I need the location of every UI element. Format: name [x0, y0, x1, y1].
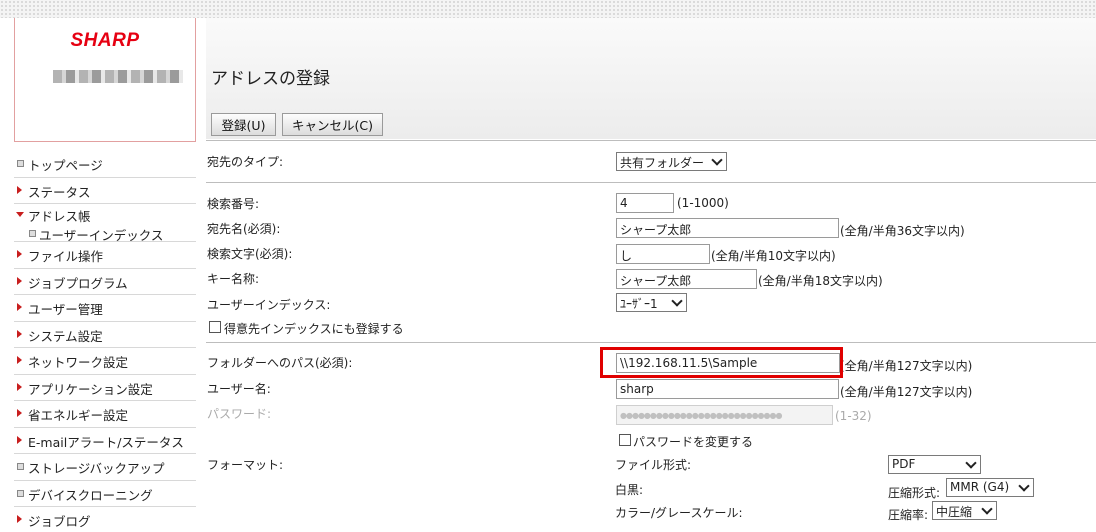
- triangle-right-icon: [17, 303, 22, 311]
- search-char-input[interactable]: し: [616, 244, 710, 264]
- triangle-right-icon: [17, 382, 22, 391]
- folder-path-hint: (全角/半角127文字以内): [840, 359, 973, 373]
- triangle-right-icon: [17, 250, 22, 258]
- user-name-input[interactable]: sharp: [616, 379, 839, 399]
- favorite-index-checkbox[interactable]: [209, 321, 221, 333]
- square-bullet-icon: [17, 160, 24, 167]
- folder-path-highlight: [600, 347, 843, 378]
- sidebar-item-network-settings[interactable]: ネットワーク設定: [14, 348, 196, 375]
- user-index-select[interactable]: ﾕｰｻﾞｰ1: [616, 293, 687, 312]
- user-name-label: ユーザー名:: [207, 382, 271, 396]
- sidebar-item-top-page[interactable]: トップページ: [14, 151, 196, 178]
- square-bullet-icon: [17, 489, 24, 497]
- dest-type-select[interactable]: 共有フォルダー: [616, 152, 727, 171]
- square-bullet-icon: [17, 463, 24, 470]
- format-label: フォーマット:: [207, 458, 284, 472]
- cancel-button[interactable]: キャンセル(C): [282, 113, 383, 136]
- sharp-logo: SHARP: [70, 30, 140, 51]
- password-hint: (1-32): [835, 409, 872, 423]
- folder-path-label: フォルダーへのパス(必須):: [207, 356, 353, 370]
- triangle-down-icon: [16, 212, 24, 217]
- mono-label: 白黒:: [615, 483, 644, 497]
- key-name-input[interactable]: シャープ太郎: [616, 269, 757, 289]
- file-type-label: ファイル形式:: [615, 458, 692, 472]
- sidebar-nav: トップページ ステータス アドレス帳 ユーザーインデックス ファイル操作 ジョブ…: [14, 151, 196, 532]
- blurred-model-name: [53, 70, 183, 83]
- mono-compression-label: 圧縮形式:: [888, 486, 941, 500]
- triangle-right-icon: [17, 356, 22, 364]
- sidebar-item-job-program[interactable]: ジョブプログラム: [14, 269, 196, 295]
- password-input[interactable]: ●●●●●●●●●●●●●●●●●●●●●●●●●●●: [616, 405, 833, 425]
- change-password-label: パスワードを変更する: [633, 435, 754, 449]
- key-name-label: キー名称:: [207, 272, 260, 286]
- divider: [206, 140, 1096, 141]
- key-name-hint: (全角/半角18文字以内): [758, 274, 883, 288]
- sidebar-item-system-settings[interactable]: システム設定: [14, 322, 196, 348]
- user-name-hint: (全角/半角127文字以内): [840, 385, 973, 399]
- square-bullet-icon: [29, 230, 36, 237]
- search-no-input[interactable]: 4: [616, 193, 674, 213]
- chevron-down-icon: [981, 503, 993, 515]
- dest-type-label: 宛先のタイプ:: [207, 155, 284, 169]
- triangle-right-icon: [17, 409, 22, 417]
- triangle-right-icon: [17, 329, 22, 338]
- register-button[interactable]: 登録(U): [211, 113, 276, 136]
- sidebar-item-file-operation[interactable]: ファイル操作: [14, 242, 196, 269]
- divider: [206, 342, 1096, 343]
- password-label: パスワード:: [207, 407, 272, 421]
- search-char-label: 検索文字(必須):: [207, 247, 293, 261]
- color-label: カラー/グレースケール:: [615, 506, 743, 520]
- user-index-label: ユーザーインデックス:: [207, 298, 331, 312]
- sidebar-item-application-settings[interactable]: アプリケーション設定: [14, 375, 196, 401]
- dest-name-hint: (全角/半角36文字以内): [840, 224, 965, 238]
- triangle-right-icon: [17, 185, 22, 194]
- triangle-right-icon: [17, 435, 22, 444]
- sidebar-item-energy-save[interactable]: 省エネルギー設定: [14, 401, 196, 428]
- file-type-select[interactable]: PDF: [888, 455, 981, 474]
- sidebar-item-job-log[interactable]: ジョブログ: [14, 507, 196, 532]
- sidebar-item-user-management[interactable]: ユーザー管理: [14, 295, 196, 322]
- search-no-hint: (1-1000): [677, 196, 729, 210]
- favorite-index-label: 得意先インデックスにも登録する: [224, 322, 404, 336]
- search-no-label: 検索番号:: [207, 197, 260, 211]
- brand-panel: SHARP: [14, 18, 196, 142]
- sidebar-item-email-alert[interactable]: E-mailアラート/ステータス: [14, 428, 196, 454]
- divider: [206, 182, 1096, 183]
- triangle-right-icon: [17, 515, 22, 523]
- sidebar-item-address-book[interactable]: アドレス帳: [14, 204, 196, 224]
- change-password-checkbox[interactable]: [619, 434, 631, 446]
- sidebar-item-device-cloning[interactable]: デバイスクローニング: [14, 481, 196, 507]
- chevron-down-icon: [1018, 480, 1030, 492]
- sidebar-item-user-index[interactable]: ユーザーインデックス: [14, 224, 196, 243]
- page-title: アドレスの登録: [211, 69, 330, 89]
- chevron-down-icon: [711, 154, 723, 166]
- search-char-hint: (全角/半角10文字以内): [711, 249, 836, 263]
- triangle-right-icon: [17, 276, 22, 285]
- dest-name-label: 宛先名(必須):: [207, 222, 281, 236]
- sidebar-item-status[interactable]: ステータス: [14, 178, 196, 204]
- color-compression-select[interactable]: 中圧縮: [932, 501, 997, 520]
- chevron-down-icon: [965, 457, 977, 469]
- dest-name-input[interactable]: シャープ太郎: [616, 218, 839, 238]
- chevron-down-icon: [671, 295, 683, 307]
- mono-compression-select[interactable]: MMR (G4): [946, 478, 1034, 497]
- top-strip: [0, 0, 1096, 18]
- sidebar-item-storage-backup[interactable]: ストレージバックアップ: [14, 454, 196, 481]
- color-compression-label: 圧縮率:: [888, 508, 929, 522]
